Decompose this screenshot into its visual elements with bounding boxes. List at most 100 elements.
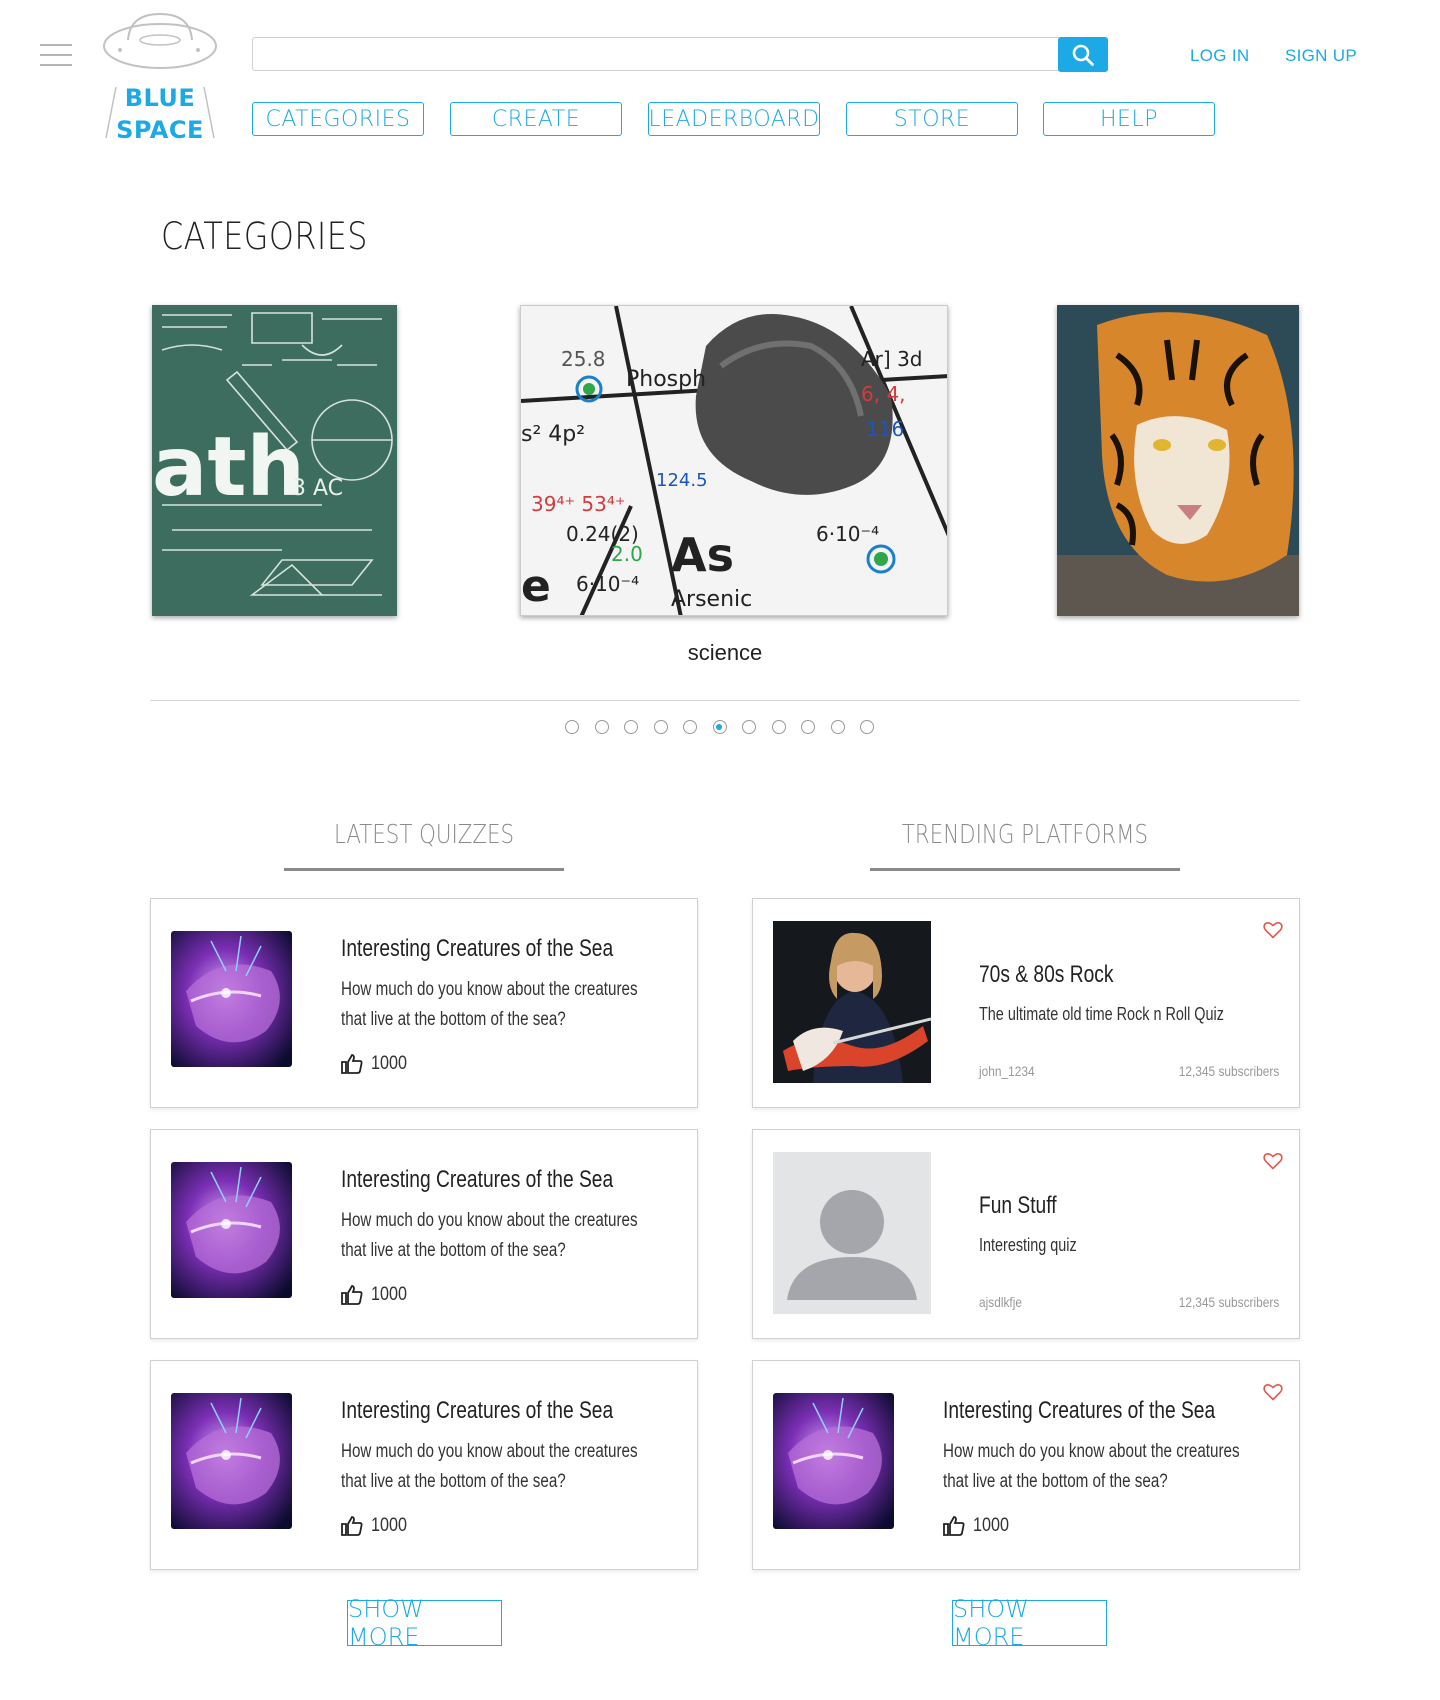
heart-icon[interactable] bbox=[1263, 1152, 1283, 1170]
nav-store[interactable]: STORE bbox=[846, 102, 1018, 136]
svg-text:2.0: 2.0 bbox=[611, 542, 643, 566]
signup-link[interactable]: SIGN UP bbox=[1285, 46, 1357, 66]
svg-text:Arsenic: Arsenic bbox=[671, 587, 752, 612]
thumbs-up-icon[interactable] bbox=[943, 1516, 965, 1536]
latest-quizzes-rule bbox=[284, 868, 564, 871]
svg-text:116: 116 bbox=[866, 417, 904, 441]
quiz-card[interactable]: Interesting Creatures of the Sea How muc… bbox=[150, 898, 698, 1108]
category-card-science[interactable]: 25.8 Phosph s² 4p² 39⁴⁺ 53⁴⁺ 0.24(2) 2.0… bbox=[520, 305, 948, 616]
platform-title: Fun Stuff bbox=[979, 1192, 1057, 1219]
quiz-likes: 1000 bbox=[341, 1284, 413, 1306]
platform-card[interactable]: Interesting Creatures of the Sea How muc… bbox=[752, 1360, 1300, 1570]
svg-text:s² 4p²: s² 4p² bbox=[521, 422, 585, 447]
carousel-dot[interactable] bbox=[624, 720, 638, 734]
likes-count: 1000 bbox=[371, 1515, 407, 1536]
logo-line2: SPACE bbox=[116, 116, 204, 144]
likes-count: 1000 bbox=[371, 1284, 407, 1305]
nav-leaderboard[interactable]: LEADERBOARD bbox=[648, 102, 820, 136]
heart-icon[interactable] bbox=[1263, 1383, 1283, 1401]
carousel-dot[interactable] bbox=[742, 720, 756, 734]
quiz-description: How much do you know about the creatures… bbox=[341, 1210, 638, 1261]
platform-title: Interesting Creatures of the Sea bbox=[943, 1397, 1216, 1424]
nav-create[interactable]: CREATE bbox=[450, 102, 622, 136]
svg-text:6·10⁻⁴: 6·10⁻⁴ bbox=[576, 572, 639, 596]
categories-title: CATEGORIES bbox=[161, 215, 368, 258]
svg-text:6·10⁻⁴: 6·10⁻⁴ bbox=[816, 522, 879, 546]
likes-count: 1000 bbox=[973, 1515, 1009, 1536]
math-chalkboard-image: ath 3 AC bbox=[152, 305, 397, 616]
svg-text:25.8: 25.8 bbox=[561, 347, 606, 371]
search-input[interactable] bbox=[261, 38, 1055, 70]
quiz-title: Interesting Creatures of the Sea bbox=[341, 1397, 614, 1424]
logo[interactable]: BLUE SPACE bbox=[100, 10, 220, 145]
carousel-dot[interactable] bbox=[683, 720, 697, 734]
search-button[interactable] bbox=[1058, 37, 1108, 72]
platform-user[interactable]: john_1234 bbox=[979, 1063, 1035, 1079]
carousel-dot[interactable] bbox=[771, 720, 786, 734]
svg-text:ath: ath bbox=[152, 420, 305, 515]
platform-subscribers: 12,345 subscribers bbox=[1178, 1063, 1279, 1079]
platform-description: The ultimate old time Rock n Roll Quiz bbox=[979, 1004, 1224, 1024]
heart-icon[interactable] bbox=[1263, 921, 1283, 939]
show-more-quizzes-button[interactable]: SHOW MORE bbox=[347, 1595, 502, 1651]
carousel-dot[interactable] bbox=[830, 720, 845, 734]
platform-card[interactable]: 70s & 80s Rock The ultimate old time Roc… bbox=[752, 898, 1300, 1108]
category-card-animals[interactable] bbox=[1057, 305, 1299, 616]
thumbs-up-icon[interactable] bbox=[341, 1285, 363, 1305]
sea-creature-thumbnail bbox=[171, 1162, 292, 1298]
platform-title: 70s & 80s Rock bbox=[979, 961, 1114, 988]
show-more-platforms-button[interactable]: SHOW MORE bbox=[952, 1595, 1107, 1651]
sea-creature-thumbnail bbox=[171, 1393, 292, 1529]
thumbs-up-icon[interactable] bbox=[341, 1054, 363, 1074]
search-bar[interactable] bbox=[252, 37, 1107, 71]
likes-count: 1000 bbox=[371, 1053, 407, 1074]
login-link[interactable]: LOG IN bbox=[1190, 46, 1249, 66]
platform-likes: 1000 bbox=[943, 1515, 1015, 1537]
category-card-math[interactable]: ath 3 AC bbox=[152, 305, 397, 616]
platform-description: How much do you know about the creatures… bbox=[943, 1441, 1240, 1492]
carousel-dot[interactable] bbox=[801, 720, 815, 734]
quiz-likes: 1000 bbox=[341, 1515, 413, 1537]
platform-thumbnail bbox=[773, 921, 931, 1083]
svg-text:3 AC: 3 AC bbox=[292, 476, 343, 501]
nav-help[interactable]: HELP bbox=[1043, 102, 1215, 136]
avatar-placeholder-icon bbox=[773, 1152, 931, 1314]
quiz-title: Interesting Creatures of the Sea bbox=[341, 1166, 614, 1193]
carousel-dot[interactable] bbox=[594, 720, 609, 734]
latest-quizzes-title: LATEST QUIZZES bbox=[333, 820, 515, 850]
svg-text:Ar] 3d: Ar] 3d bbox=[861, 347, 922, 371]
quiz-description: How much do you know about the creatures… bbox=[341, 1441, 638, 1492]
sea-creature-thumbnail bbox=[171, 931, 292, 1067]
platform-user[interactable]: ajsdlkfje bbox=[979, 1294, 1022, 1310]
carousel-dot[interactable] bbox=[565, 720, 579, 734]
platform-card[interactable]: Fun Stuff Interesting quiz ajsdlkfje 12,… bbox=[752, 1129, 1300, 1339]
svg-text:124.5: 124.5 bbox=[656, 470, 708, 491]
quiz-card[interactable]: Interesting Creatures of the Sea How muc… bbox=[150, 1129, 698, 1339]
search-icon bbox=[1072, 44, 1094, 66]
quiz-description: How much do you know about the creatures… bbox=[341, 979, 638, 1030]
quiz-card[interactable]: Interesting Creatures of the Sea How muc… bbox=[150, 1360, 698, 1570]
svg-text:As: As bbox=[671, 528, 734, 582]
carousel-dot[interactable] bbox=[860, 720, 874, 734]
carousel-dot[interactable] bbox=[653, 720, 668, 734]
category-label: science bbox=[687, 640, 763, 665]
quiz-title: Interesting Creatures of the Sea bbox=[341, 935, 614, 962]
svg-text:39⁴⁺ 53⁴⁺: 39⁴⁺ 53⁴⁺ bbox=[531, 492, 625, 516]
quiz-likes: 1000 bbox=[341, 1053, 413, 1075]
trending-platforms-rule bbox=[870, 868, 1180, 871]
sea-creature-thumbnail bbox=[773, 1393, 894, 1529]
svg-text:e: e bbox=[521, 561, 551, 612]
nav-categories[interactable]: CATEGORIES bbox=[252, 102, 424, 136]
logo-line1: BLUE bbox=[124, 84, 196, 112]
menu-icon[interactable] bbox=[40, 44, 72, 66]
svg-text:Phosph: Phosph bbox=[626, 367, 706, 392]
trending-platforms-title: TRENDING PLATFORMS bbox=[901, 820, 1149, 850]
carousel-dots bbox=[565, 720, 890, 734]
platform-subscribers: 12,345 subscribers bbox=[1178, 1294, 1279, 1310]
platform-description: Interesting quiz bbox=[979, 1235, 1077, 1255]
carousel-dot[interactable] bbox=[712, 720, 727, 734]
science-periodic-table-image: 25.8 Phosph s² 4p² 39⁴⁺ 53⁴⁺ 0.24(2) 2.0… bbox=[521, 306, 947, 615]
tiger-image bbox=[1057, 305, 1299, 616]
thumbs-up-icon[interactable] bbox=[341, 1516, 363, 1536]
svg-text:6, 4,: 6, 4, bbox=[861, 382, 906, 406]
